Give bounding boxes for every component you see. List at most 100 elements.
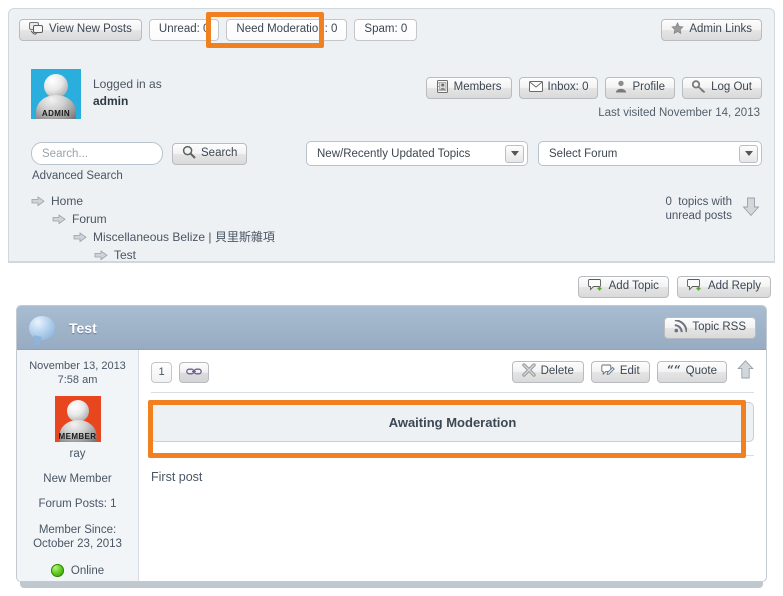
topic-filter-select[interactable]: New/Recently Updated Topics	[306, 141, 528, 166]
search-icon	[182, 145, 196, 163]
delete-label: Delete	[540, 365, 574, 378]
edit-icon	[601, 364, 615, 381]
post-number[interactable]: 1	[151, 361, 172, 383]
admin-links-label: Admin Links	[689, 23, 752, 36]
tab-view-new-posts[interactable]: View New Posts	[19, 19, 142, 41]
breadcrumb-item-category[interactable]: Miscellaneous Belize | 貝里斯雜項	[73, 229, 275, 246]
topic-header: Test Topic RSS	[17, 306, 766, 350]
chevron-down-icon[interactable]	[739, 144, 758, 163]
post-author-member-since: Member Since: October 23, 2013	[17, 523, 138, 551]
logout-button[interactable]: Log Out	[682, 77, 762, 99]
inbox-label: Inbox: 0	[547, 81, 589, 94]
quote-post-button[interactable]: ““ Quote	[656, 361, 727, 383]
breadcrumb-item-forum[interactable]: Forum	[52, 211, 275, 228]
arrow-right-icon	[94, 249, 108, 262]
breadcrumb: Home Forum Miscellaneous Belize | 貝里斯雜項 …	[31, 193, 275, 265]
last-visited-text: Last visited November 14, 2013	[598, 107, 760, 119]
topic-rss-button[interactable]: Topic RSS	[664, 317, 756, 339]
members-label: Members	[453, 81, 502, 94]
post-author-post-count: Forum Posts: 1	[38, 498, 117, 510]
post-permalink-button[interactable]	[179, 361, 209, 383]
add-reply-label: Add Reply	[707, 280, 761, 293]
avatar-head	[66, 400, 89, 422]
down-arrow-icon[interactable]	[742, 197, 760, 222]
unread-line1: topics with	[678, 196, 732, 208]
advanced-search-link[interactable]: Advanced Search	[32, 170, 123, 182]
search-button-label: Search	[201, 146, 238, 159]
post-action-buttons: Delete Edit ““ Quote	[511, 360, 754, 384]
post-body-text: First post	[151, 470, 203, 484]
search-button[interactable]: Search	[172, 142, 248, 165]
forum-select[interactable]: Select Forum	[538, 141, 762, 166]
admin-links-container: Admin Links	[661, 19, 762, 41]
breadcrumb-label: Miscellaneous Belize | 貝里斯雜項	[93, 230, 275, 244]
arrow-right-icon	[73, 231, 87, 244]
profile-icon	[615, 80, 627, 97]
inbox-button[interactable]: Inbox: 0	[518, 77, 599, 99]
chevron-down-icon[interactable]	[505, 144, 524, 163]
post-author-sidebar: November 13, 2013 7:58 am MEMBER ray New…	[17, 350, 139, 581]
tab-spam[interactable]: Spam: 0	[354, 19, 418, 41]
quote-icon: ““	[667, 363, 681, 380]
breadcrumb-label: Forum	[72, 212, 107, 226]
search-input[interactable]	[31, 142, 163, 165]
avatar-admin[interactable]: ADMIN	[31, 69, 81, 119]
tab-unread[interactable]: Unread: 0	[148, 19, 220, 41]
key-icon	[691, 80, 706, 97]
unread-text: 0 topics with unread posts	[666, 195, 733, 223]
post-author-name[interactable]: ray	[17, 448, 138, 460]
members-icon	[436, 79, 449, 97]
star-icon	[671, 21, 685, 39]
post-time-value: 7:58 am	[57, 374, 98, 386]
arrow-right-icon	[31, 195, 45, 208]
awaiting-moderation-notice: Awaiting Moderation	[151, 402, 754, 442]
members-button[interactable]: Members	[425, 77, 512, 99]
forum-select-value: Select Forum	[549, 147, 618, 160]
delete-icon	[521, 363, 536, 381]
edit-post-button[interactable]: Edit	[590, 361, 650, 383]
topic-filter-value: New/Recently Updated Topics	[317, 147, 471, 160]
comment-add-icon	[686, 278, 703, 296]
tab-label: Unread: 0	[158, 23, 210, 36]
member-since-label: Member Since:	[38, 524, 117, 536]
breadcrumb-item-home[interactable]: Home	[31, 193, 275, 210]
post-toolbar: 1 Delete Edit ““ Quote	[151, 360, 754, 384]
post-divider-bottom	[151, 455, 754, 456]
avatar-tag: MEMBER	[58, 432, 97, 441]
topic-rss-label: Topic RSS	[692, 321, 746, 334]
speech-bubble-icon	[29, 315, 55, 340]
member-since-date: October 23, 2013	[33, 538, 122, 550]
profile-button[interactable]: Profile	[605, 77, 676, 99]
forum-page: View New Posts Unread: 0 Need Moderation…	[0, 0, 783, 596]
svg-text:““: ““	[667, 365, 681, 376]
post-divider-top	[151, 392, 754, 393]
avatar-tag: ADMIN	[41, 109, 71, 118]
tab-need-moderation[interactable]: Need Moderation: 0	[226, 19, 348, 41]
breadcrumb-label: Home	[51, 194, 84, 208]
header-divider	[8, 262, 775, 263]
quote-label: Quote	[685, 365, 717, 378]
status-tab-strip: View New Posts Unread: 0 Need Moderation…	[19, 19, 418, 41]
avatar-wrapper: MEMBER	[54, 396, 101, 442]
add-topic-button[interactable]: Add Topic	[577, 276, 669, 298]
search-row: Search	[31, 142, 248, 165]
up-arrow-icon[interactable]	[737, 360, 754, 384]
account-button-group: Members Inbox: 0 Profile Log Out	[425, 77, 762, 99]
unread-line2: unread posts	[665, 210, 733, 222]
topic-rss-container: Topic RSS	[664, 317, 756, 339]
post-content: 1 Delete Edit ““ Quote Awaiting Moderati…	[139, 350, 766, 581]
logged-in-text: Logged in as admin	[93, 69, 162, 110]
profile-label: Profile	[632, 81, 666, 94]
logged-in-username: admin	[93, 94, 129, 108]
logged-in-label: Logged in as	[93, 77, 162, 91]
arrow-right-icon	[52, 213, 66, 226]
post: November 13, 2013 7:58 am MEMBER ray New…	[17, 350, 766, 581]
post-author-online-status: Online	[17, 564, 138, 577]
edit-label: Edit	[619, 365, 640, 378]
admin-links-button[interactable]: Admin Links	[661, 19, 762, 41]
add-reply-button[interactable]: Add Reply	[676, 276, 771, 298]
delete-post-button[interactable]: Delete	[511, 361, 584, 383]
avatar-member[interactable]: MEMBER	[54, 396, 101, 442]
tab-label: Need Moderation: 0	[236, 23, 338, 36]
topic-title: Test	[69, 319, 97, 336]
